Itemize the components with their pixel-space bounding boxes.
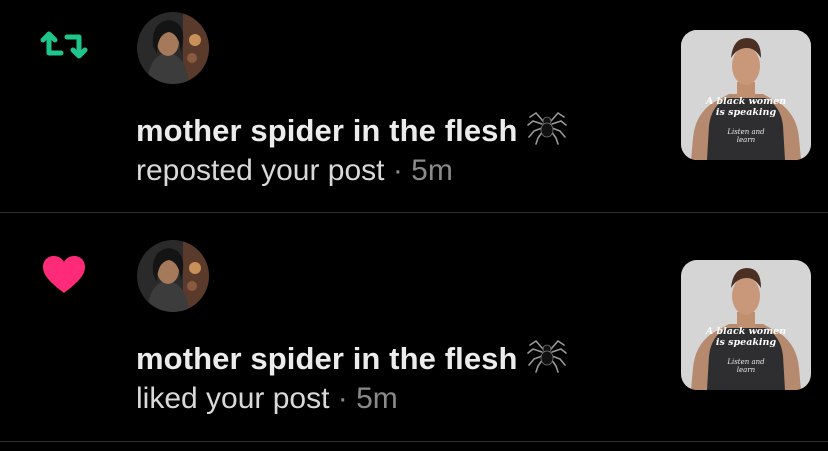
shirt-text-line4: learn xyxy=(736,136,756,144)
timestamp: 5m xyxy=(411,154,453,187)
notification-action: reposted your post · 5m xyxy=(136,154,453,188)
shirt-text-line2: is speaking xyxy=(715,337,777,348)
separator: · xyxy=(337,382,348,415)
action-text: reposted your post xyxy=(136,154,385,187)
post-thumbnail[interactable]: A black women is speaking Listen and lea… xyxy=(681,30,811,160)
action-text: liked your post xyxy=(136,382,330,415)
avatar[interactable] xyxy=(137,12,209,84)
timestamp: 5m xyxy=(356,382,398,415)
shirt-text-line3: Listen and xyxy=(727,358,765,366)
shirt-text-line4: learn xyxy=(736,366,756,374)
divider xyxy=(0,441,828,442)
shirt-text-line1: A black women xyxy=(705,96,787,107)
spider-icon xyxy=(526,335,568,381)
notification-item[interactable]: mother spider in the flesh reposted your… xyxy=(0,0,828,212)
user-name[interactable]: mother spider in the flesh xyxy=(136,110,568,156)
user-name-text[interactable]: mother spider in the flesh xyxy=(136,113,518,148)
post-thumbnail[interactable]: A black women is speaking Listen and lea… xyxy=(681,260,811,390)
shirt-text-line3: Listen and xyxy=(727,128,765,136)
user-name-text[interactable]: mother spider in the flesh xyxy=(136,341,518,376)
shirt-text-line2: is speaking xyxy=(715,107,777,118)
notification-action: liked your post · 5m xyxy=(136,382,398,416)
repost-icon xyxy=(38,25,90,65)
notification-item[interactable]: mother spider in the flesh liked your po… xyxy=(0,213,828,441)
user-name[interactable]: mother spider in the flesh xyxy=(136,338,568,384)
heart-icon xyxy=(38,255,90,295)
separator: · xyxy=(392,154,403,187)
shirt-text-line1: A black women xyxy=(705,326,787,337)
spider-icon xyxy=(526,107,568,153)
avatar[interactable] xyxy=(137,240,209,312)
